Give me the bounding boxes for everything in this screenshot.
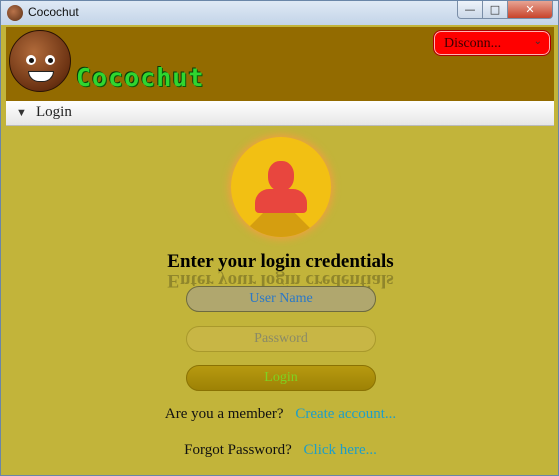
username-input[interactable]: User Name: [186, 286, 376, 312]
app-window: Cocochut — □ ✕ Cocochut Disconn... ⌄ ▼ L…: [0, 0, 559, 476]
close-button[interactable]: ✕: [507, 1, 553, 19]
collapse-triangle-icon: ▼: [16, 107, 27, 119]
member-question: Are you a member?: [164, 406, 284, 422]
section-label: Login: [36, 104, 72, 120]
click-here-link[interactable]: Click here...: [304, 442, 377, 458]
logo-eye-icon: [45, 55, 55, 65]
coconut-logo: [9, 30, 71, 92]
disconnect-dropdown[interactable]: Disconn... ⌄: [433, 30, 551, 56]
forgot-question: Forgot Password?: [184, 442, 292, 458]
logo-mouth-icon: [28, 71, 54, 82]
login-section-header[interactable]: ▼ Login: [6, 101, 554, 126]
forgot-row: Forgot Password? Click here...: [1, 442, 559, 459]
create-account-link[interactable]: Create account...: [295, 406, 396, 422]
user-avatar-icon: [231, 137, 331, 237]
title-bar[interactable]: Cocochut — □ ✕: [1, 1, 558, 25]
maximize-button[interactable]: □: [482, 1, 508, 19]
member-row: Are you a member? Create account...: [1, 406, 559, 423]
avatar-body: [255, 189, 307, 213]
logo-eye-icon: [26, 55, 36, 65]
brand-title: Cocochut: [76, 63, 205, 92]
disconnect-label: Disconn...: [444, 36, 502, 51]
window-title: Cocochut: [28, 5, 79, 19]
app-icon: [7, 5, 23, 21]
app-header: Cocochut Disconn... ⌄: [6, 27, 554, 101]
password-input[interactable]: Password: [186, 326, 376, 352]
login-button[interactable]: Login: [186, 365, 376, 391]
minimize-button[interactable]: —: [457, 1, 483, 19]
chevron-down-icon: ⌄: [533, 36, 542, 47]
avatar-head: [268, 161, 294, 191]
